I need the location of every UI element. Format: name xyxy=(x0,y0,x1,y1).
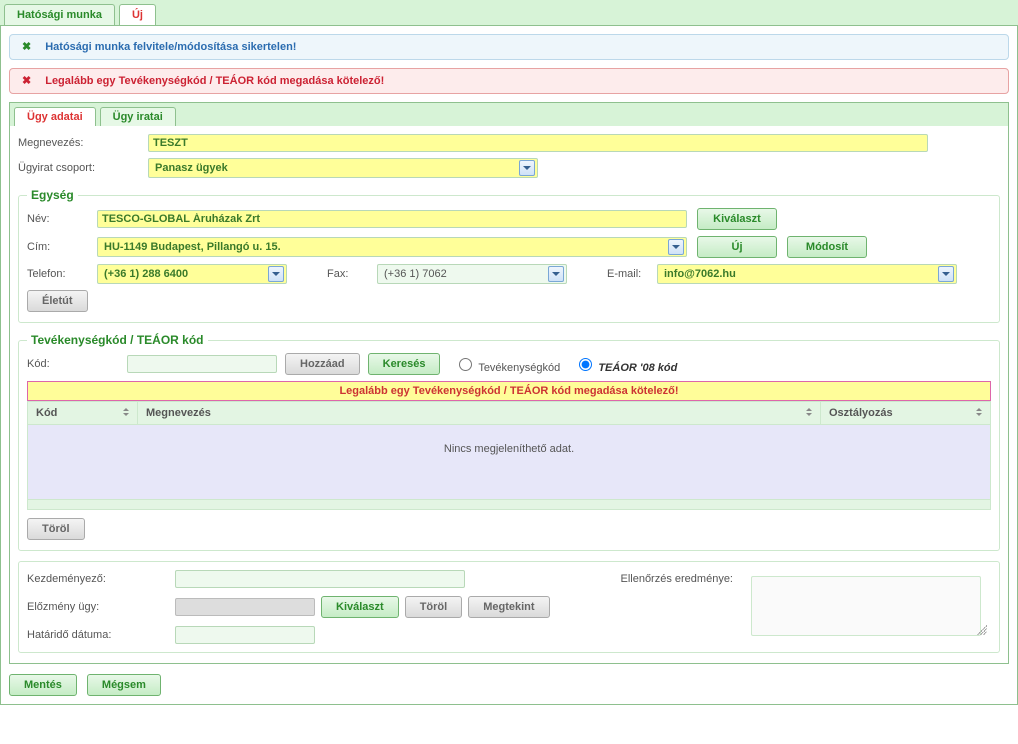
chevron-down-icon[interactable] xyxy=(548,266,564,282)
label-megnevezes: Megnevezés: xyxy=(18,137,148,149)
col-osztalyozas-label: Osztályozás xyxy=(829,407,893,419)
grid-warning: Legalább egy Tevékenységkód / TEÁOR kód … xyxy=(27,381,991,401)
alert-info: ✖ Hatósági munka felvitele/módosítása si… xyxy=(9,34,1009,60)
ugyirat-csoport-value: Panasz ügyek xyxy=(155,162,228,174)
top-tabstrip: Hatósági munka Új xyxy=(0,0,1018,26)
email-select[interactable]: info@7062.hu xyxy=(657,264,957,284)
tab-ugy-iratai[interactable]: Ügy iratai xyxy=(100,107,176,126)
chevron-down-icon[interactable] xyxy=(519,160,535,176)
action-bar: Mentés Mégsem xyxy=(9,674,1009,696)
label-hatarido: Határidő dátuma: xyxy=(27,629,167,641)
close-icon[interactable]: ✖ xyxy=(22,76,31,87)
cim-value: HU-1149 Budapest, Pillangó u. 15. xyxy=(104,241,281,253)
alert-error-text: Legalább egy Tevékenységkód / TEÁOR kód … xyxy=(45,75,384,87)
email-value: info@7062.hu xyxy=(664,268,736,280)
chevron-down-icon[interactable] xyxy=(268,266,284,282)
sort-icon[interactable] xyxy=(974,405,984,419)
label-elozmeny: Előzmény ügy: xyxy=(27,601,167,613)
telefon-select[interactable]: (+36 1) 288 6400 xyxy=(97,264,287,284)
grid-empty-row: Nincs megjeleníthető adat. xyxy=(27,425,991,500)
mentes-button[interactable]: Mentés xyxy=(9,674,77,696)
kod-input[interactable] xyxy=(127,355,277,373)
kereses-button[interactable]: Keresés xyxy=(368,353,441,375)
label-ellenorzes: Ellenőrzés eredménye: xyxy=(620,573,733,585)
uj-button[interactable]: Új xyxy=(697,236,777,258)
outer-panel: ✖ Hatósági munka felvitele/módosítása si… xyxy=(0,26,1018,705)
tab-uj[interactable]: Új xyxy=(119,4,156,25)
fax-value: (+36 1) 7062 xyxy=(384,268,447,280)
bottom-fields: Kezdeményező: Ellenőrzés eredménye: Előz… xyxy=(18,561,1000,653)
nev-input[interactable] xyxy=(97,210,687,228)
ugyirat-csoport-select[interactable]: Panasz ügyek xyxy=(148,158,538,178)
hatarido-input[interactable] xyxy=(175,626,315,644)
kivalaszt-button[interactable]: Kiválaszt xyxy=(697,208,777,230)
label-email: E-mail: xyxy=(607,268,657,280)
elozmeny-input xyxy=(175,598,315,616)
sort-icon[interactable] xyxy=(121,405,131,419)
megsem-button[interactable]: Mégsem xyxy=(87,674,161,696)
label-nev: Név: xyxy=(27,213,97,225)
torol-button[interactable]: Töröl xyxy=(27,518,85,540)
label-kod: Kód: xyxy=(27,358,127,370)
sort-icon[interactable] xyxy=(804,405,814,419)
radio-tevekenysegkod[interactable]: Tevékenységkód xyxy=(454,355,560,374)
col-osztalyozas[interactable]: Osztályozás xyxy=(821,402,991,425)
elozmeny-torol-button[interactable]: Töröl xyxy=(405,596,463,618)
label-cim: Cím: xyxy=(27,241,97,253)
alert-error: ✖ Legalább egy Tevékenységkód / TEÁOR kó… xyxy=(9,68,1009,94)
elozmeny-kivalaszt-button[interactable]: Kiválaszt xyxy=(321,596,399,618)
label-ugyirat-csoport: Ügyirat csoport: xyxy=(18,162,148,174)
tevekenyseg-legend: Tevékenységkód / TEÁOR kód xyxy=(27,333,208,347)
radio-teaor-label: TEÁOR '08 kód xyxy=(598,362,677,374)
fax-select[interactable]: (+36 1) 7062 xyxy=(377,264,567,284)
col-megnevezes[interactable]: Megnevezés xyxy=(138,402,821,425)
col-kod[interactable]: Kód xyxy=(28,402,138,425)
col-kod-label: Kód xyxy=(36,407,57,419)
egyseg-legend: Egység xyxy=(27,188,78,202)
chevron-down-icon[interactable] xyxy=(668,239,684,255)
alert-info-text: Hatósági munka felvitele/módosítása sike… xyxy=(45,41,296,53)
egyseg-fieldset: Egység Név: Kiválaszt Cím: HU-1149 Budap… xyxy=(18,188,1000,323)
megnevezes-input[interactable] xyxy=(148,134,928,152)
eletut-button[interactable]: Életút xyxy=(27,290,88,312)
radio-teaor[interactable]: TEÁOR '08 kód xyxy=(574,355,677,374)
label-fax: Fax: xyxy=(327,268,377,280)
inner-panel: Megnevezés: Ügyirat csoport: Panasz ügye… xyxy=(9,126,1009,664)
ellenorzes-textarea[interactable] xyxy=(751,576,981,636)
resize-grip-icon[interactable] xyxy=(977,625,987,635)
modosit-button[interactable]: Módosít xyxy=(787,236,867,258)
tab-ugy-adatai[interactable]: Ügy adatai xyxy=(14,107,96,126)
close-icon[interactable]: ✖ xyxy=(22,42,31,53)
label-kezdemenyezo: Kezdeményező: xyxy=(27,573,167,585)
inner-tabstrip: Ügy adatai Ügy iratai xyxy=(9,102,1009,126)
hozzaad-button[interactable]: Hozzáad xyxy=(285,353,360,375)
tevekenyseg-fieldset: Tevékenységkód / TEÁOR kód Kód: Hozzáad … xyxy=(18,333,1000,551)
kod-grid: Kód Megnevezés Osztályozás xyxy=(27,401,991,425)
label-telefon: Telefon: xyxy=(27,268,97,280)
elozmeny-megtekint-button[interactable]: Megtekint xyxy=(468,596,549,618)
chevron-down-icon[interactable] xyxy=(938,266,954,282)
grid-footer xyxy=(27,500,991,510)
telefon-value: (+36 1) 288 6400 xyxy=(104,268,188,280)
tab-hatosagi-munka[interactable]: Hatósági munka xyxy=(4,4,115,25)
cim-select[interactable]: HU-1149 Budapest, Pillangó u. 15. xyxy=(97,237,687,257)
col-megnevezes-label: Megnevezés xyxy=(146,407,211,419)
kezdemenyezo-input[interactable] xyxy=(175,570,465,588)
radio-tevekenysegkod-label: Tevékenységkód xyxy=(478,362,560,374)
